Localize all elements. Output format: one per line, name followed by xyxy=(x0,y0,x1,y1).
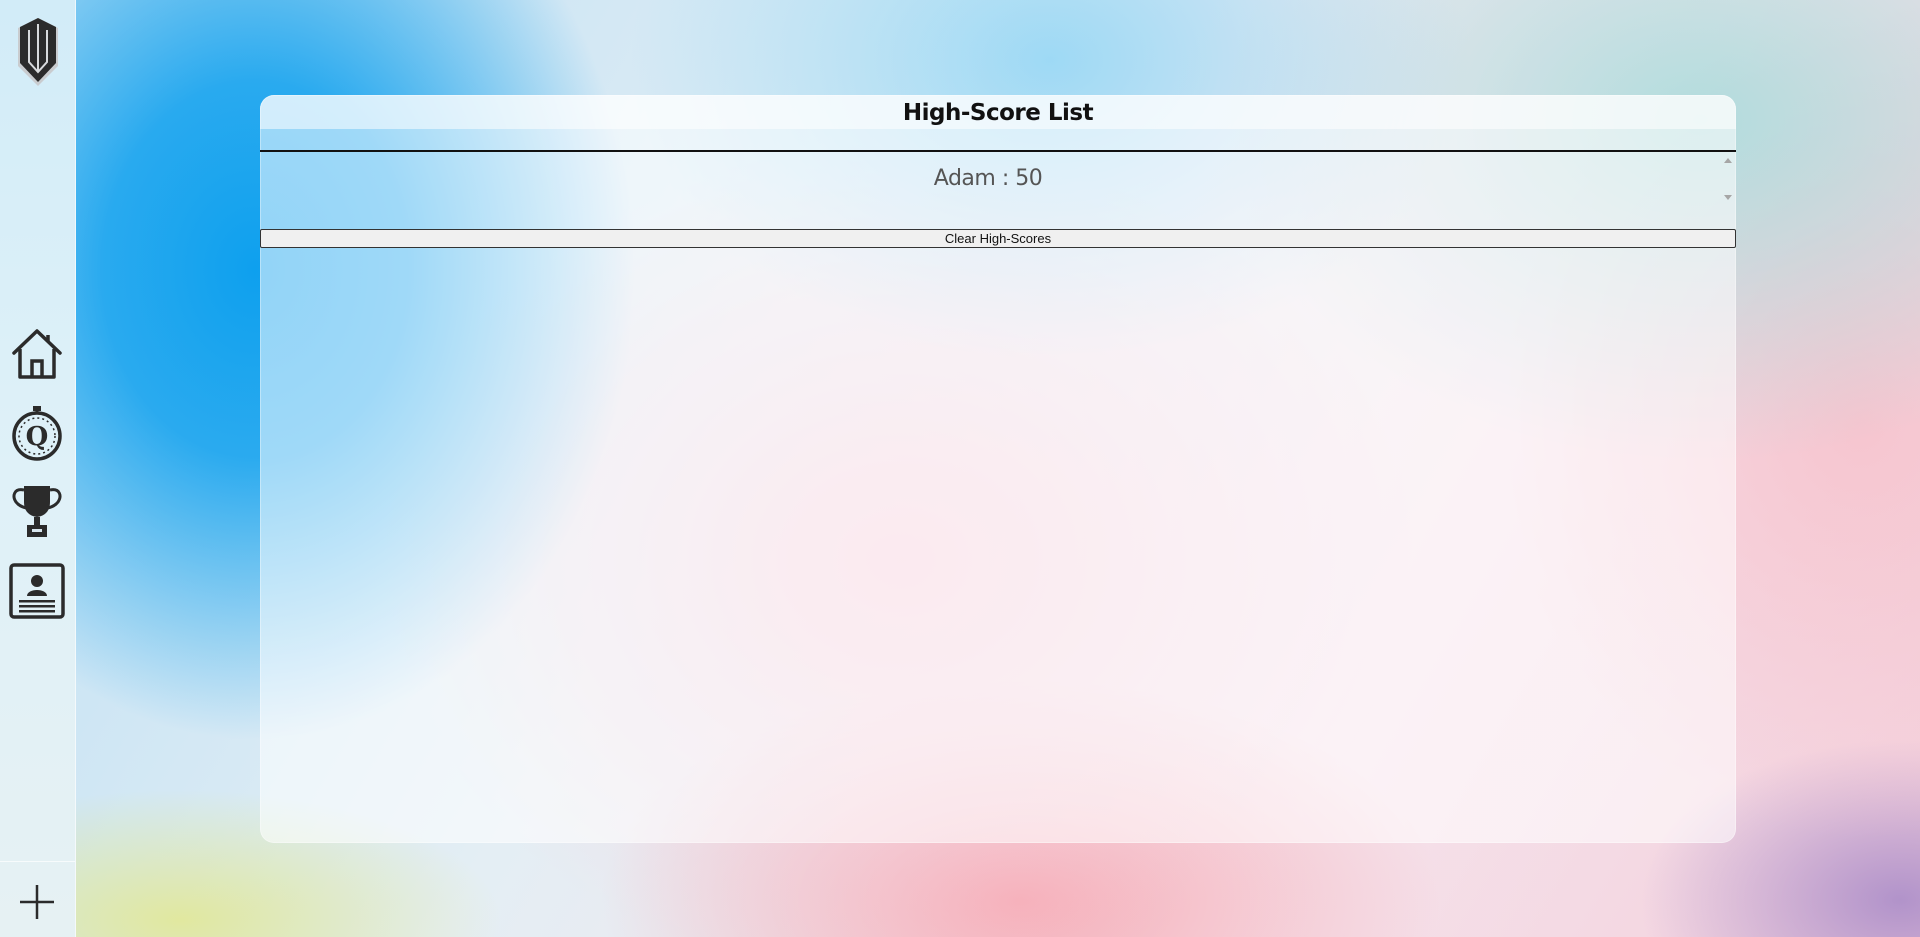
home-icon[interactable] xyxy=(8,325,66,383)
scrollbar[interactable] xyxy=(1719,152,1736,209)
shield-logo xyxy=(16,16,60,88)
list-item: Adam : 50 xyxy=(933,166,1043,191)
quiz-timer-icon[interactable]: Q xyxy=(8,404,66,462)
high-score-panel: High-Score List Adam : 50 Clear High-Sco… xyxy=(260,95,1736,843)
clear-high-scores-button[interactable]: Clear High-Scores xyxy=(260,229,1736,248)
scroll-up-arrow-icon[interactable] xyxy=(1724,158,1732,163)
trophy-icon[interactable] xyxy=(8,482,66,540)
sidebar: Q xyxy=(0,0,76,937)
sidebar-divider xyxy=(0,861,75,862)
scroll-down-arrow-icon[interactable] xyxy=(1724,195,1732,200)
high-score-list[interactable]: Adam : 50 xyxy=(260,150,1736,227)
page-title: High-Score List xyxy=(260,95,1736,129)
plus-icon[interactable] xyxy=(18,883,56,921)
svg-text:Q: Q xyxy=(26,422,49,452)
contact-card-icon[interactable] xyxy=(8,562,66,620)
